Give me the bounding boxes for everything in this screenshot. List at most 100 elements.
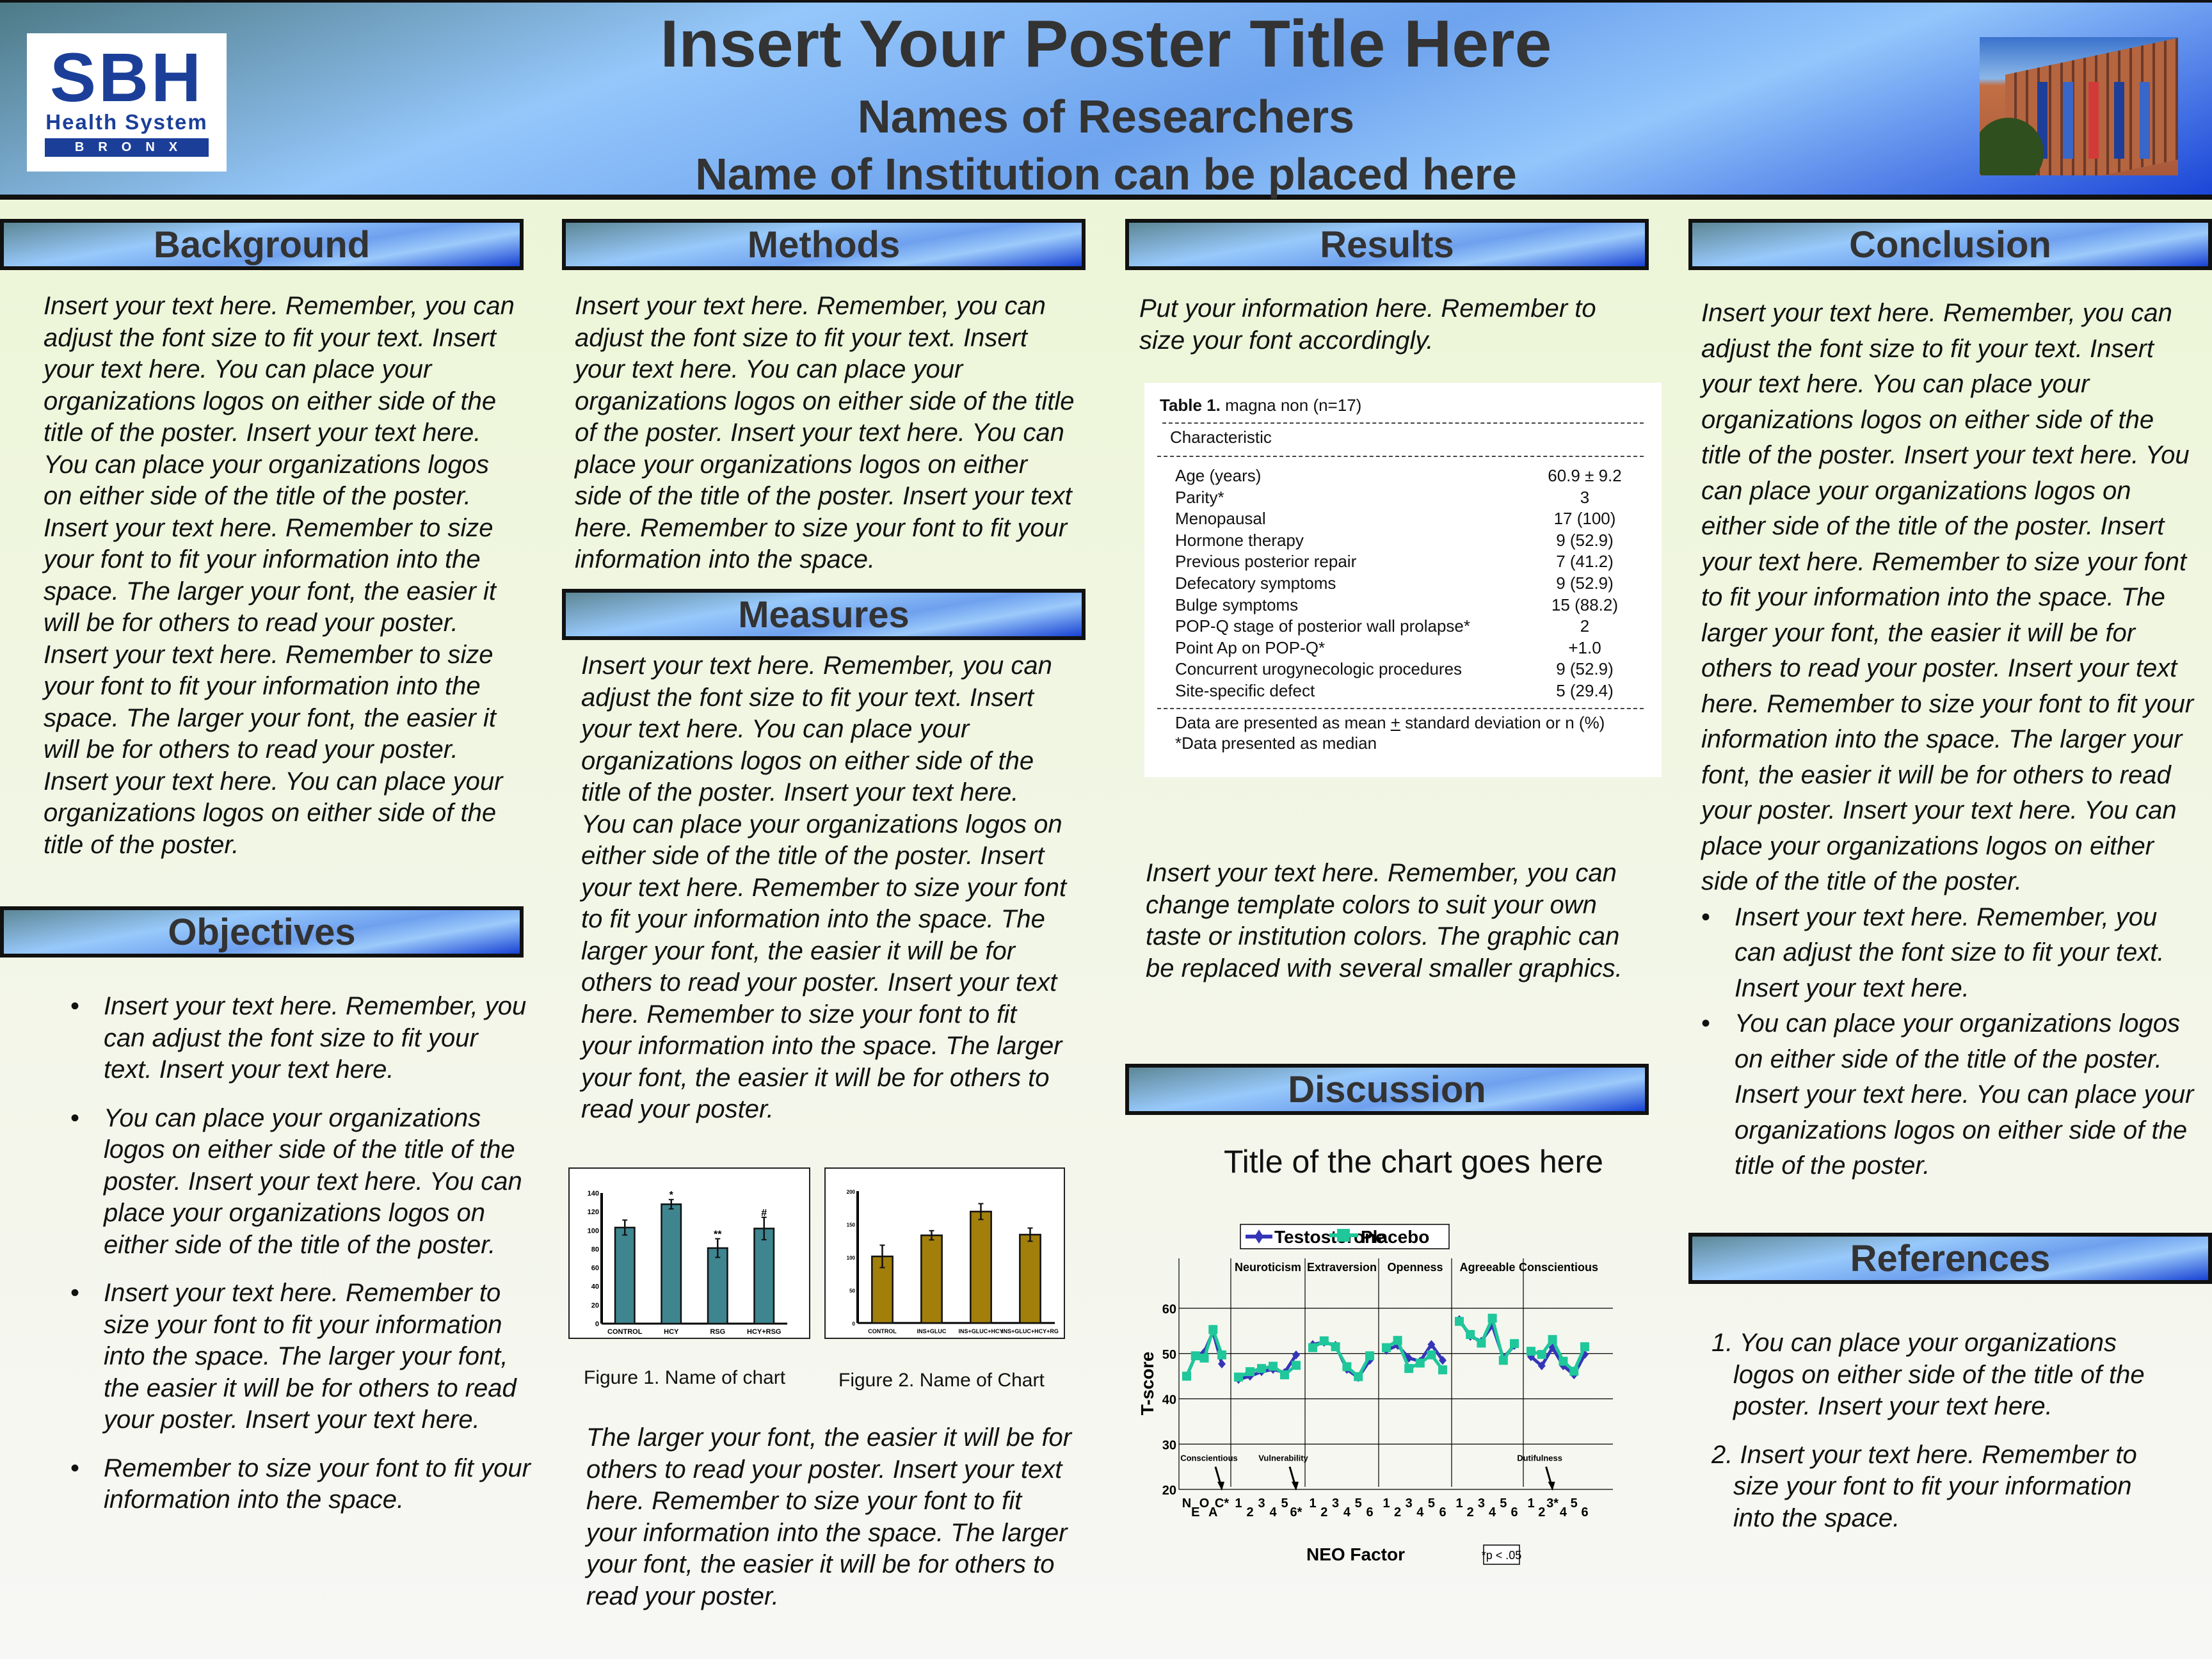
- data-point-placebo: [1365, 1351, 1374, 1361]
- figure2-svg: 0 50 100 150 200 CONTROL INS+GLUC INS+GLUC+HCYI…: [847, 1189, 1059, 1334]
- x-tick-label: 3*: [1546, 1496, 1559, 1511]
- x-tick-label: 4: [1416, 1505, 1424, 1519]
- annotation-label: Conscientious: [1180, 1454, 1238, 1463]
- table-cell-label: Bulge symptoms: [1175, 595, 1299, 614]
- x-tick-label: 3: [1478, 1496, 1485, 1511]
- y-tick-label: 20: [591, 1302, 599, 1310]
- data-point-placebo: [1269, 1361, 1278, 1371]
- x-tick-label: 5: [1500, 1496, 1507, 1511]
- data-point-placebo: [1438, 1365, 1447, 1375]
- y-tick-label: 50: [1162, 1348, 1176, 1362]
- group-label: Extraversion: [1307, 1261, 1377, 1274]
- section-heading-measures: Measures: [562, 589, 1086, 640]
- section-heading-objectives: Objectives: [0, 906, 524, 958]
- y-axis-label: T-score: [1139, 1352, 1157, 1416]
- data-point-placebo: [1280, 1370, 1289, 1380]
- table-footnote: Data are presented as mean + standard de…: [1175, 713, 1605, 732]
- data-point-placebo: [1257, 1364, 1266, 1374]
- y-tick-label: 40: [1162, 1393, 1176, 1407]
- x-tick-label: C*: [1215, 1496, 1229, 1511]
- table-cell-value: 7 (41.2): [1556, 552, 1614, 572]
- data-point-placebo: [1331, 1342, 1340, 1352]
- group-label: Neuroticism: [1235, 1261, 1301, 1274]
- data-point-placebo: [1527, 1347, 1535, 1356]
- results-paragraph: Insert your text here. Remember, you can…: [1146, 859, 1623, 982]
- x-tick-label: 6: [1581, 1505, 1588, 1519]
- data-point-placebo: [1427, 1350, 1436, 1359]
- data-point-placebo: [1234, 1372, 1243, 1382]
- table-cell-label: Point Ap on POP-Q*: [1175, 637, 1326, 657]
- x-tick-label: 1: [1527, 1496, 1534, 1511]
- table-cell-label: Age (years): [1175, 466, 1262, 485]
- table-row: Age (years) 60.9 ± 9.2: [1175, 466, 1636, 487]
- table-row: Point Ap on POP-Q* +1.0: [1175, 638, 1636, 659]
- data-point-placebo: [1246, 1367, 1254, 1377]
- table-cell-label: Site-specific defect: [1175, 681, 1315, 700]
- table-cell-label: Menopausal: [1175, 509, 1266, 529]
- neo-line-chart: TestosteronePlacebo2030405060Neuroticism…: [1139, 1224, 1613, 1565]
- table-cell-label: Defecatory symptoms: [1175, 573, 1336, 593]
- table-cell-value: 17 (100): [1553, 509, 1616, 529]
- table-cell-value: 5 (29.4): [1556, 681, 1614, 700]
- table-title-label: Table 1.: [1160, 396, 1221, 415]
- group-label: Conscientious: [1519, 1261, 1598, 1274]
- data-point-placebo: [1569, 1366, 1579, 1376]
- table-cell-value: 3: [1580, 487, 1590, 507]
- table-title-desc: magna non (n=17): [1220, 396, 1362, 415]
- data-point-placebo: [1548, 1334, 1557, 1344]
- table-footnote-median: *Data presented as median: [1175, 733, 1377, 753]
- table-divider: [1157, 456, 1644, 457]
- y-tick-label: 40: [591, 1283, 599, 1291]
- table-cell-value: +1.0: [1568, 637, 1601, 657]
- annotation-arrow-icon: [1545, 1466, 1553, 1485]
- x-tick-label: INS+GLUC+HCY: [958, 1328, 1003, 1334]
- significance-label: *: [669, 1190, 674, 1201]
- conclusion-item: Insert your text here. Remember, you can…: [1701, 900, 2200, 1007]
- x-tick-label: CONTROL: [868, 1328, 897, 1334]
- x-tick-label: 4: [1489, 1505, 1496, 1519]
- table-cell-label: Concurrent urogynecologic procedures: [1175, 659, 1463, 679]
- significance-label: #: [761, 1208, 767, 1219]
- section-heading-background: Background: [0, 219, 524, 270]
- x-tick-label: INS+GLUC: [917, 1328, 947, 1334]
- section-heading-methods: Methods: [562, 219, 1086, 270]
- y-tick-label: 60: [591, 1265, 599, 1272]
- data-point-placebo: [1559, 1356, 1568, 1366]
- section-heading-results: Results: [1125, 219, 1649, 270]
- data-point-placebo: [1455, 1317, 1464, 1326]
- y-tick-label: 50: [849, 1288, 855, 1294]
- measures-text: Insert your text here. Remember, you can…: [581, 650, 1068, 1126]
- measures-paragraph: Insert your text here. Remember, you can…: [581, 652, 1067, 1123]
- background-paragraph: Insert your text here. Remember, you can…: [44, 292, 515, 859]
- x-tick-label: 4: [1269, 1505, 1277, 1519]
- data-point-placebo: [1217, 1350, 1226, 1359]
- significance-note: *p < .05: [1482, 1549, 1522, 1562]
- x-tick-label: 3: [1406, 1496, 1413, 1511]
- legend-label: Placebo: [1361, 1227, 1429, 1247]
- table-row: Bulge symptoms 15 (88.2): [1175, 595, 1636, 616]
- x-tick-label: N: [1182, 1496, 1191, 1511]
- discussion-chart-title: Title of the chart goes here: [1224, 1144, 1603, 1180]
- data-point-placebo: [1415, 1358, 1425, 1368]
- bar: [920, 1234, 943, 1324]
- data-point-placebo: [1319, 1336, 1329, 1345]
- poster-title: Insert Your Poster Title Here: [660, 7, 1552, 81]
- table-cell-label: Parity*: [1175, 487, 1224, 507]
- bar: [707, 1247, 728, 1325]
- data-point-placebo: [1308, 1343, 1317, 1352]
- x-tick-label: 3: [1332, 1496, 1339, 1511]
- data-point-placebo: [1498, 1356, 1508, 1365]
- data-point-placebo: [1190, 1351, 1200, 1361]
- x-tick-label: 6*: [1290, 1505, 1302, 1519]
- figure2-chart: 0 50 100 150 200 CONTROL INS+GLUC INS+GLUC+HCY I…: [824, 1167, 1065, 1339]
- section-heading-conclusion: Conclusion: [1688, 219, 2212, 270]
- annotation-label: Vulnerability: [1258, 1454, 1308, 1463]
- x-tick-label: HCY: [664, 1328, 679, 1336]
- objective-item: You can place your organizations logos o…: [70, 1103, 531, 1262]
- x-tick-label: 5: [1571, 1496, 1578, 1511]
- x-tick-label: INS+GLUC+HCY+RG: [1002, 1328, 1059, 1334]
- building-photo-icon: [1980, 37, 2178, 175]
- bar: [970, 1210, 992, 1324]
- objectives-list: Insert your text here. Remember, you can…: [70, 991, 531, 1533]
- table-cell-value: 60.9 ± 9.2: [1548, 466, 1622, 485]
